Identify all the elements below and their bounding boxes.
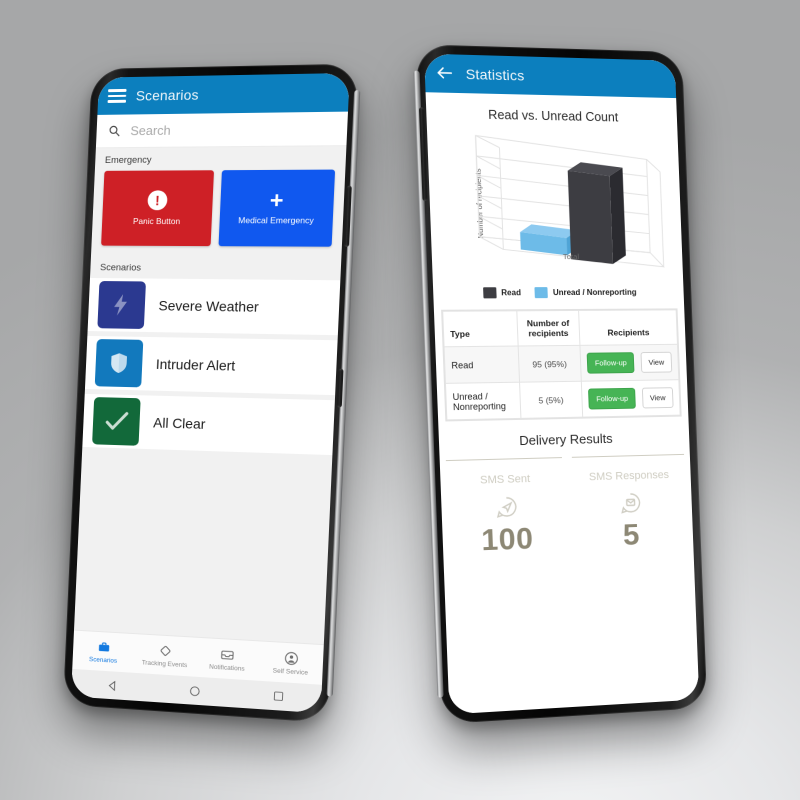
cell-type: Unread / Nonreporting — [445, 382, 521, 420]
page-title: Scenarios — [135, 86, 200, 104]
list-item-label: Severe Weather — [158, 297, 260, 315]
home-circle-icon[interactable] — [188, 684, 201, 698]
follow-up-button[interactable]: Follow-up — [587, 387, 637, 410]
app-header-scenarios: Scenarios — [97, 72, 350, 115]
list-item[interactable]: Intruder Alert — [84, 335, 338, 396]
search-icon — [108, 124, 121, 137]
table-row: Read 95 (95%) Follow-up View — [444, 344, 679, 384]
cell-actions: Follow-up View — [579, 344, 679, 382]
inbox-icon — [220, 647, 236, 663]
view-button[interactable]: View — [640, 351, 673, 373]
legend-swatch-read — [482, 287, 497, 299]
phone-device-left: Scenarios Emergency ! Pa — [62, 63, 361, 723]
column-header-number-of-recipients: Number of recipients — [516, 310, 580, 347]
table-row: Unread / Nonreporting 5 (5%) Follow-up V… — [445, 379, 681, 420]
column-header-recipients: Recipients — [578, 309, 678, 346]
read-vs-unread-chart: Number of recipients Total — [435, 127, 675, 279]
delivery-metric-label: SMS Responses — [588, 469, 670, 484]
chart-legend: Read Unread / Nonreporting — [433, 279, 685, 311]
cell-count: 5 (5%) — [519, 381, 583, 419]
delivery-metric-label: SMS Sent — [479, 472, 531, 487]
tile-label: Panic Button — [132, 216, 181, 227]
nav-item-notifications[interactable]: Notifications — [195, 638, 260, 681]
section-label-emergency: Emergency — [94, 146, 347, 171]
delivery-cell-sms-sent: SMS Sent 100 — [445, 457, 566, 560]
search-bar[interactable] — [95, 111, 349, 149]
legend-item-unread: Unread / Nonreporting — [534, 287, 637, 299]
cell-count: 95 (95%) — [517, 345, 582, 383]
diamond-icon — [158, 643, 172, 659]
scene: Scenarios Emergency ! Pa — [0, 0, 800, 800]
chat-bubble-icon — [573, 489, 686, 516]
send-plane-icon — [447, 493, 564, 521]
delivery-metric-value: 5 — [622, 518, 641, 552]
cell-type: Read — [444, 346, 520, 384]
phone-screen-left: Scenarios Emergency ! Pa — [70, 72, 350, 714]
chart-canvas: Total — [458, 127, 674, 273]
chart-x-tick-label: Total — [563, 252, 580, 261]
list-item-label: All Clear — [152, 414, 206, 432]
section-label-scenarios: Scenarios — [89, 255, 342, 281]
phone-screen-right: Statistics Read vs. Unread Count Number … — [424, 53, 700, 715]
delivery-results-grid: SMS Sent 100 SMS Responses 5 — [439, 444, 693, 560]
list-item-label: Intruder Alert — [155, 355, 236, 374]
legend-label: Unread / Nonreporting — [552, 287, 637, 298]
statistics-app: Statistics Read vs. Unread Count Number … — [424, 53, 700, 715]
cell-actions: Follow-up View — [581, 379, 681, 418]
list-item[interactable]: Severe Weather — [87, 277, 341, 336]
column-header-type: Type — [442, 310, 518, 347]
recipients-table: Type Number of recipients Recipients Rea… — [442, 309, 681, 421]
view-button[interactable]: View — [641, 387, 674, 409]
emergency-tiles: ! Panic Button + Medical Emergency — [91, 169, 345, 257]
delivery-cell-sms-responses: SMS Responses 5 — [571, 453, 688, 555]
legend-swatch-unread — [534, 287, 549, 299]
app-header-statistics: Statistics — [424, 53, 677, 99]
tile-label: Medical Emergency — [238, 215, 314, 226]
table-header-row: Type Number of recipients Recipients — [442, 309, 678, 347]
nav-item-label: Notifications — [209, 663, 245, 673]
nav-item-label: Tracking Events — [141, 658, 188, 669]
arrow-left-icon[interactable] — [435, 63, 456, 84]
bar-read — [567, 162, 627, 265]
nav-item-self-service[interactable]: Self Service — [258, 641, 324, 684]
recents-square-icon[interactable] — [272, 690, 285, 703]
delivery-metric-value: 100 — [480, 522, 535, 558]
legend-label: Read — [501, 288, 522, 298]
phone-device-right: Statistics Read vs. Unread Count Number … — [413, 44, 708, 725]
nav-item-scenarios[interactable]: Scenarios — [72, 631, 135, 673]
legend-item-read: Read — [482, 287, 522, 299]
panic-button-tile[interactable]: ! Panic Button — [101, 170, 215, 247]
lightning-bolt-icon — [97, 281, 146, 329]
medical-emergency-tile[interactable]: + Medical Emergency — [218, 169, 336, 247]
hamburger-icon[interactable] — [107, 89, 127, 103]
search-input[interactable] — [130, 120, 336, 139]
scenario-list: Severe Weather Intruder Alert All Clear — [82, 277, 341, 456]
follow-up-button[interactable]: Follow-up — [586, 352, 635, 374]
scenarios-app: Scenarios Emergency ! Pa — [70, 72, 350, 714]
page-title: Statistics — [465, 65, 525, 84]
chart-title: Read vs. Unread Count — [487, 107, 619, 125]
statistics-scroll-area[interactable]: Read vs. Unread Count Number of recipien… — [425, 92, 700, 715]
nav-item-label: Self Service — [272, 666, 309, 677]
user-circle-icon — [283, 650, 298, 666]
list-item[interactable]: All Clear — [82, 393, 335, 456]
scenarios-scroll-area[interactable]: Emergency ! Panic Button + Medical Emerg… — [74, 146, 347, 645]
medical-plus-icon: + — [269, 186, 285, 213]
bar-unread-nonreporting — [519, 224, 579, 256]
briefcase-icon — [97, 639, 111, 655]
nav-item-label: Scenarios — [88, 655, 118, 665]
shield-icon — [94, 339, 144, 388]
checkmark-icon — [92, 397, 141, 446]
exclamation-circle-icon: ! — [147, 190, 168, 211]
back-triangle-icon[interactable] — [106, 678, 119, 692]
nav-item-tracking-events[interactable]: Tracking Events — [133, 634, 197, 677]
